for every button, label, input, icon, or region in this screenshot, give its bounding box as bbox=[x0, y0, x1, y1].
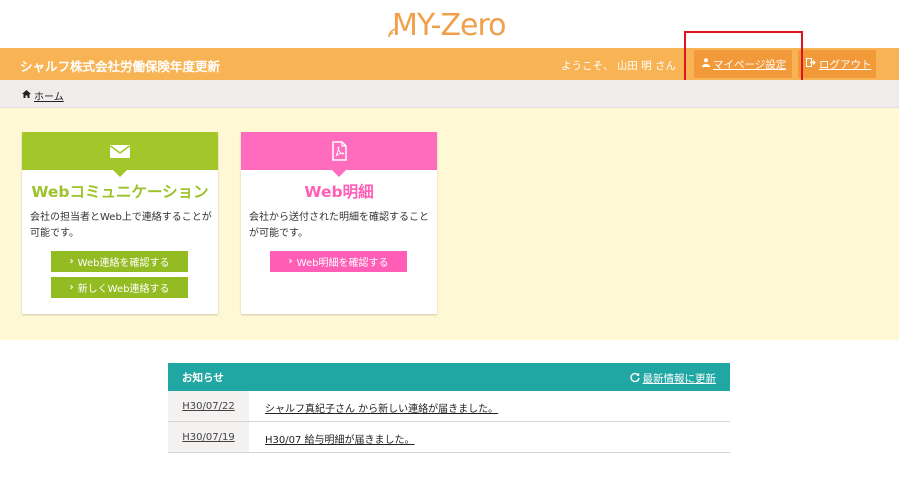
company-title: シャルフ株式会社労働保険年度更新 bbox=[20, 59, 221, 74]
check-web-messages-button[interactable]: › Web連絡を確認する bbox=[51, 251, 188, 272]
news-link[interactable]: シャルフ真紀子さん から新しい連絡が届きました。 bbox=[265, 400, 498, 415]
breadcrumb: ホーム bbox=[0, 80, 899, 108]
new-web-message-button[interactable]: › 新しくWeb連絡する bbox=[51, 277, 188, 298]
chevron-right-icon: › bbox=[69, 256, 74, 267]
news-link[interactable]: H30/07 給与明細が届きました。 bbox=[265, 431, 415, 446]
web-statement-card: Web明細 会社から送付された明細を確認することが可能です。 › Web明細を確… bbox=[241, 132, 437, 314]
chevron-right-icon: › bbox=[288, 256, 293, 267]
breadcrumb-home-label: ホーム bbox=[34, 92, 64, 103]
news-item: H30/07/22 シャルフ真紀子さん から新しい連絡が届きました。 bbox=[168, 391, 730, 422]
web-communication-card: Webコミュニケーション 会社の担当者とWeb上で連絡することが可能です。 › … bbox=[22, 132, 218, 314]
news-header: お知らせ 最新情報に更新 bbox=[168, 363, 730, 391]
home-icon bbox=[22, 90, 31, 101]
logout-button[interactable]: ログアウト bbox=[798, 50, 876, 78]
services-area: Webコミュニケーション 会社の担当者とWeb上で連絡することが可能です。 › … bbox=[0, 108, 899, 340]
refresh-news-label: 最新情報に更新 bbox=[642, 373, 717, 385]
card-header bbox=[22, 132, 218, 170]
news-date: H30/07/22 bbox=[168, 391, 249, 421]
logout-label: ログアウト bbox=[819, 58, 872, 71]
breadcrumb-home[interactable]: ホーム bbox=[22, 88, 64, 103]
chevron-right-icon: › bbox=[69, 282, 74, 293]
card-arrow bbox=[332, 170, 346, 177]
card-description: 会社の担当者とWeb上で連絡することが可能です。 bbox=[30, 212, 212, 239]
button-label: Web連絡を確認する bbox=[77, 258, 170, 269]
logout-icon bbox=[806, 58, 816, 70]
envelope-icon bbox=[110, 145, 130, 158]
news-panel: お知らせ 最新情報に更新 H30/07/22 シャルフ真紀子さん から新しい連絡… bbox=[168, 363, 730, 453]
card-title: Web明細 bbox=[304, 183, 374, 201]
card-title: Webコミュニケーション bbox=[31, 183, 209, 201]
card-header bbox=[241, 132, 437, 170]
button-label: 新しくWeb連絡する bbox=[77, 284, 170, 295]
welcome-text: ようこそ、 山田 明 さん bbox=[561, 60, 677, 72]
card-arrow bbox=[113, 170, 127, 177]
pdf-file-icon bbox=[332, 141, 347, 161]
check-web-statement-button[interactable]: › Web明細を確認する bbox=[270, 251, 407, 272]
refresh-icon bbox=[629, 372, 640, 385]
news-date: H30/07/19 bbox=[168, 422, 249, 452]
logo-text: MY-Zero bbox=[392, 8, 507, 43]
news-title: お知らせ bbox=[182, 372, 224, 384]
news-item: H30/07/19 H30/07 給与明細が届きました。 bbox=[168, 422, 730, 453]
card-description: 会社から送付された明細を確認することが可能です。 bbox=[249, 212, 429, 239]
refresh-news-link[interactable]: 最新情報に更新 bbox=[629, 371, 717, 386]
button-label: Web明細を確認する bbox=[296, 258, 389, 269]
